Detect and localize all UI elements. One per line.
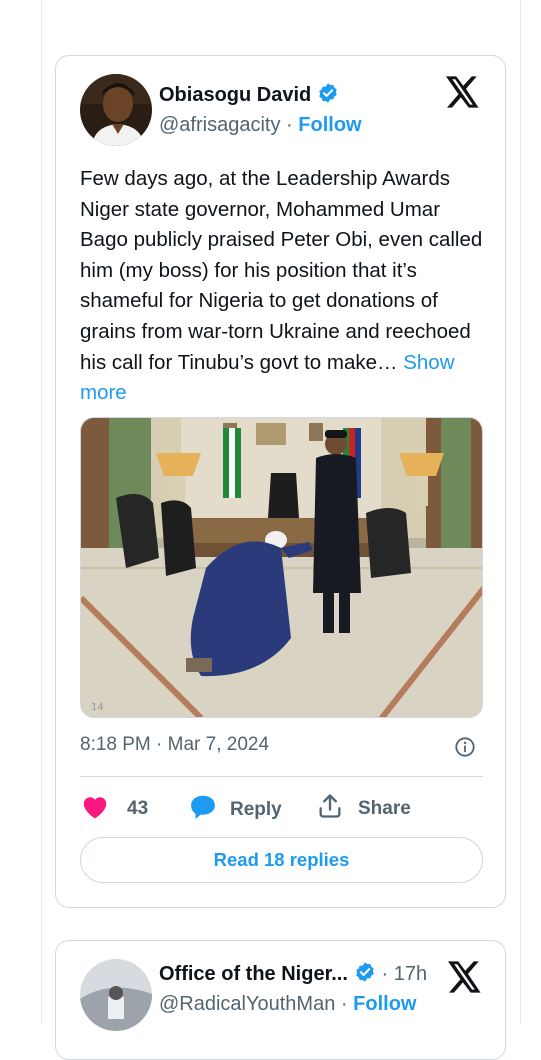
timestamp-separator: · — [156, 734, 163, 755]
timestamp[interactable]: 8:18 PM · Mar 7, 2024 — [80, 734, 269, 756]
x-logo-icon[interactable] — [446, 76, 480, 113]
left-column-border — [41, 0, 42, 1024]
tweet-text: Few days ago, at the Leadership Awards N… — [80, 164, 490, 409]
reply-bubble-icon — [188, 792, 218, 828]
read-replies-button[interactable]: Read 18 replies — [80, 837, 483, 883]
right-column-border — [520, 0, 521, 1024]
next-author-row: Office of the Niger... · 17h — [159, 961, 427, 989]
tweet-time: 8:18 PM — [80, 734, 151, 755]
avatar[interactable] — [80, 74, 152, 146]
tweet-card[interactable]: Obiasogu David @afrisagacity · Follow Fe… — [55, 55, 506, 908]
author-name[interactable]: Obiasogu David — [159, 84, 311, 106]
divider — [80, 776, 483, 777]
next-handle[interactable]: @RadicalYouthMan — [159, 993, 335, 1015]
like-button[interactable]: 43 — [80, 792, 148, 826]
tweet-body: Few days ago, at the Leadership Awards N… — [80, 167, 483, 374]
handle-row: @afrisagacity · Follow — [159, 114, 362, 137]
verified-badge-icon — [354, 961, 376, 989]
handle[interactable]: @afrisagacity — [159, 114, 280, 136]
next-follow-button[interactable]: Follow — [353, 993, 416, 1015]
next-time-ago[interactable]: 17h — [394, 963, 427, 985]
next-tweet-card[interactable]: Office of the Niger... · 17h @RadicalYou… — [55, 940, 506, 1060]
follow-button[interactable]: Follow — [298, 114, 361, 136]
x-logo-icon[interactable] — [448, 961, 482, 998]
heart-icon — [80, 792, 110, 826]
verified-badge-icon — [317, 82, 339, 110]
share-icon — [316, 792, 344, 826]
tweet-photo[interactable]: 14 — [80, 417, 483, 718]
next-handle-separator: · — [340, 993, 348, 1015]
reply-label: Reply — [230, 799, 282, 820]
next-time-row: · 17h — [376, 963, 427, 985]
like-count: 43 — [127, 798, 149, 819]
next-avatar[interactable] — [80, 959, 152, 1031]
share-label: Share — [358, 798, 411, 819]
info-icon[interactable] — [454, 736, 476, 763]
tweet-date: Mar 7, 2024 — [167, 734, 270, 755]
share-button[interactable]: Share — [316, 792, 411, 826]
author-name-row: Obiasogu David — [159, 82, 339, 110]
next-handle-row: @RadicalYouthMan · Follow — [159, 993, 416, 1016]
svg-text:14: 14 — [91, 702, 104, 713]
reply-button[interactable]: Reply — [188, 792, 282, 828]
next-author-name[interactable]: Office of the Niger... — [159, 963, 348, 985]
next-separator: · — [381, 963, 389, 985]
separator: · — [286, 114, 293, 136]
